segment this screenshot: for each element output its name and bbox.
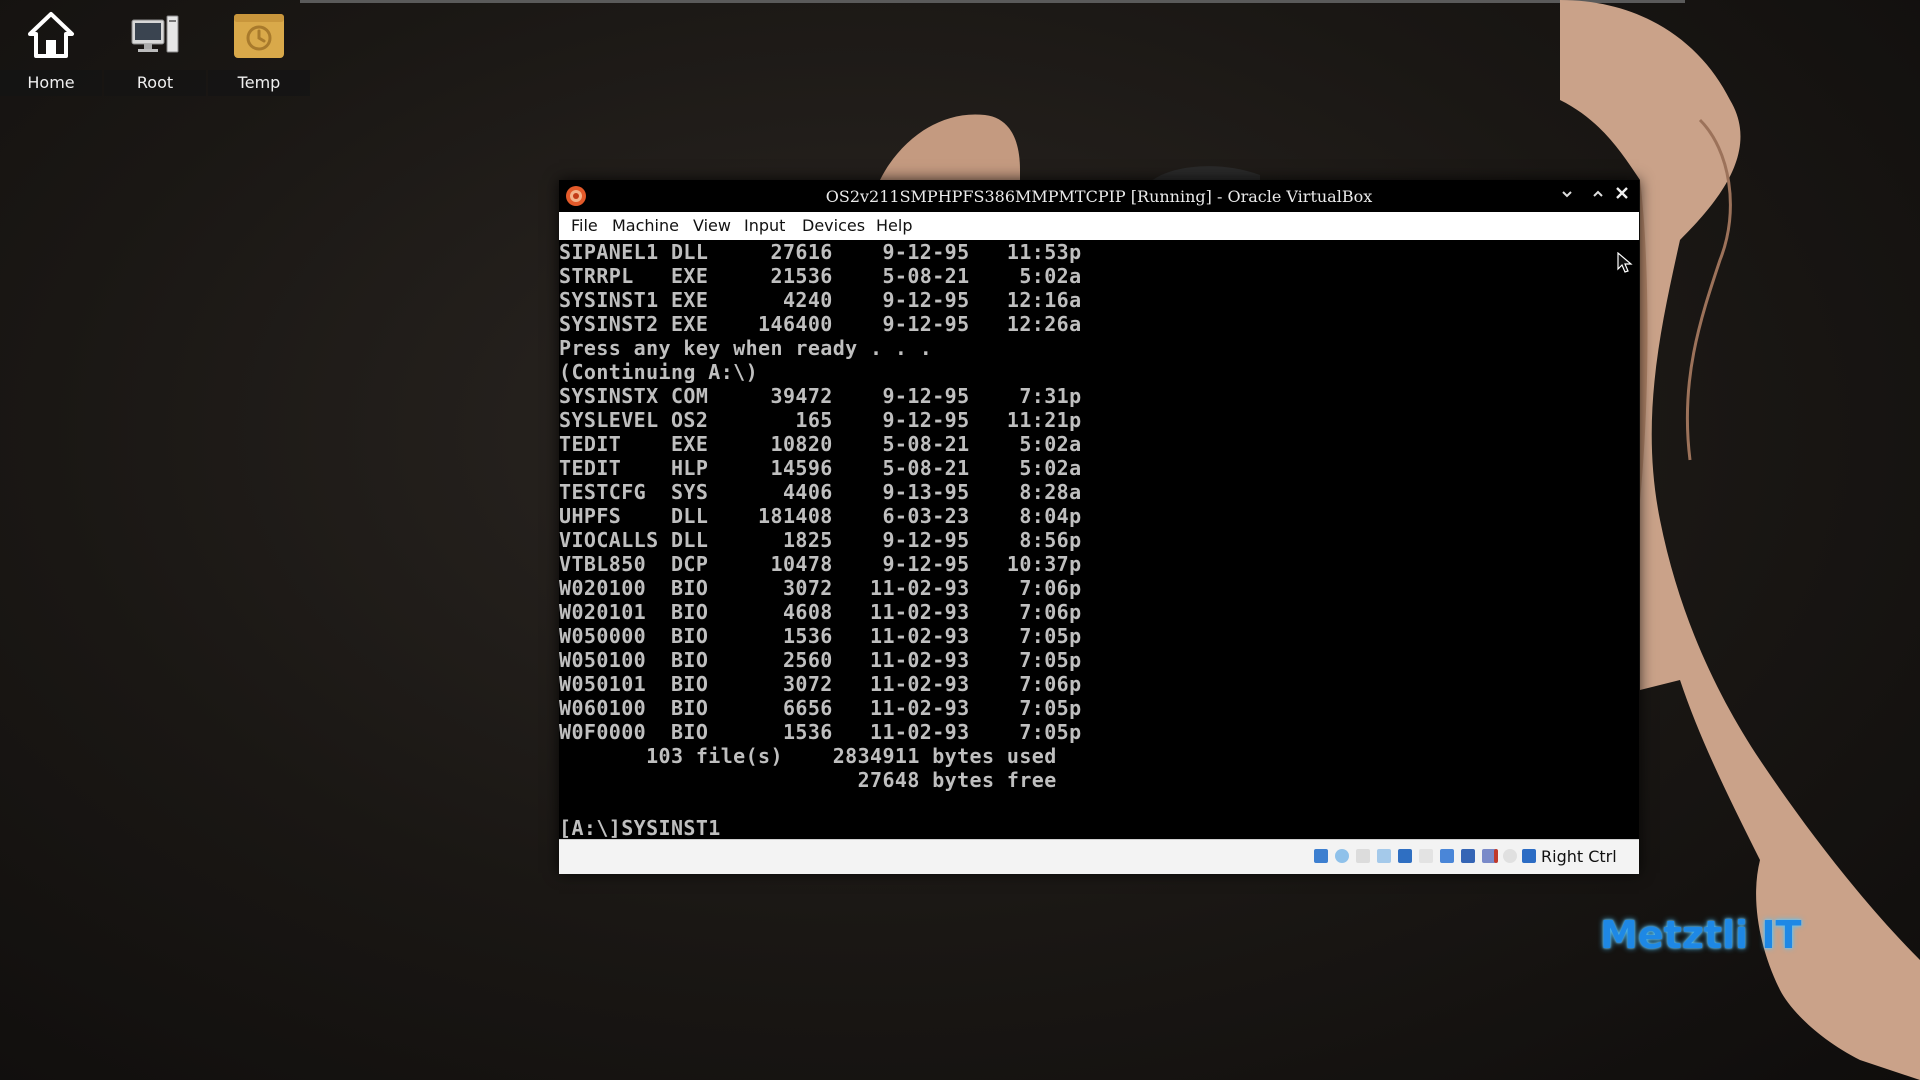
usb-icon[interactable] bbox=[1419, 849, 1433, 863]
window-titlebar[interactable]: OS2v211SMPHPFS386MMPMTCPIP [Running] - O… bbox=[559, 180, 1639, 212]
menu-file[interactable]: File bbox=[571, 212, 598, 240]
display-icon[interactable] bbox=[1461, 849, 1475, 863]
close-icon bbox=[1616, 187, 1628, 199]
mouse-cursor-icon bbox=[1617, 252, 1633, 273]
console-output: SIPANEL1 DLL 27616 9-12-95 11:53p STRRPL… bbox=[559, 240, 1082, 840]
chevron-up-icon bbox=[1593, 190, 1603, 197]
desktop-icon-home[interactable]: Home bbox=[0, 0, 102, 96]
window-title: OS2v211SMPHPFS386MMPMTCPIP [Running] - O… bbox=[825, 187, 1373, 206]
menu-input[interactable]: Input bbox=[744, 212, 785, 240]
minimize-button[interactable] bbox=[1552, 180, 1582, 212]
hard-disk-icon[interactable] bbox=[1314, 849, 1328, 863]
desktop-icon-label: Temp bbox=[208, 70, 310, 96]
mouse-integration-icon[interactable] bbox=[1503, 849, 1517, 863]
shared-folders-icon[interactable] bbox=[1440, 849, 1454, 863]
status-bar: Right Ctrl bbox=[559, 839, 1639, 874]
guest-console[interactable]: SIPANEL1 DLL 27616 9-12-95 11:53p STRRPL… bbox=[559, 240, 1639, 1020]
desktop-icon-root[interactable]: Root bbox=[104, 0, 206, 96]
host-key-label[interactable]: Right Ctrl bbox=[1541, 840, 1617, 874]
floppy-icon[interactable] bbox=[1356, 849, 1370, 863]
desktop-icon-label: Root bbox=[104, 70, 206, 96]
keyboard-capture-icon[interactable] bbox=[1522, 849, 1536, 863]
folder-clock-icon bbox=[234, 14, 284, 58]
close-button[interactable] bbox=[1607, 180, 1637, 212]
brand-watermark: Metztli IT bbox=[1600, 913, 1802, 957]
menu-help[interactable]: Help bbox=[876, 212, 912, 240]
chevron-down-icon bbox=[1562, 191, 1572, 198]
screen-top-edge bbox=[300, 0, 1685, 3]
menu-view[interactable]: View bbox=[693, 212, 731, 240]
desktop-icon-temp[interactable]: Temp bbox=[208, 0, 310, 96]
menu-machine[interactable]: Machine bbox=[612, 212, 679, 240]
computer-icon bbox=[131, 15, 179, 53]
desktop-icon-label: Home bbox=[0, 70, 102, 96]
menu-devices[interactable]: Devices bbox=[802, 212, 865, 240]
audio-icon[interactable] bbox=[1377, 849, 1391, 863]
optical-drive-icon[interactable] bbox=[1335, 849, 1349, 863]
cpu-activity-icon bbox=[1494, 849, 1498, 863]
menu-bar: File Machine View Input Devices Help bbox=[559, 212, 1639, 240]
virtualbox-window[interactable]: OS2v211SMPHPFS386MMPMTCPIP [Running] - O… bbox=[559, 180, 1639, 874]
network-icon[interactable] bbox=[1398, 849, 1412, 863]
home-icon bbox=[28, 12, 74, 58]
